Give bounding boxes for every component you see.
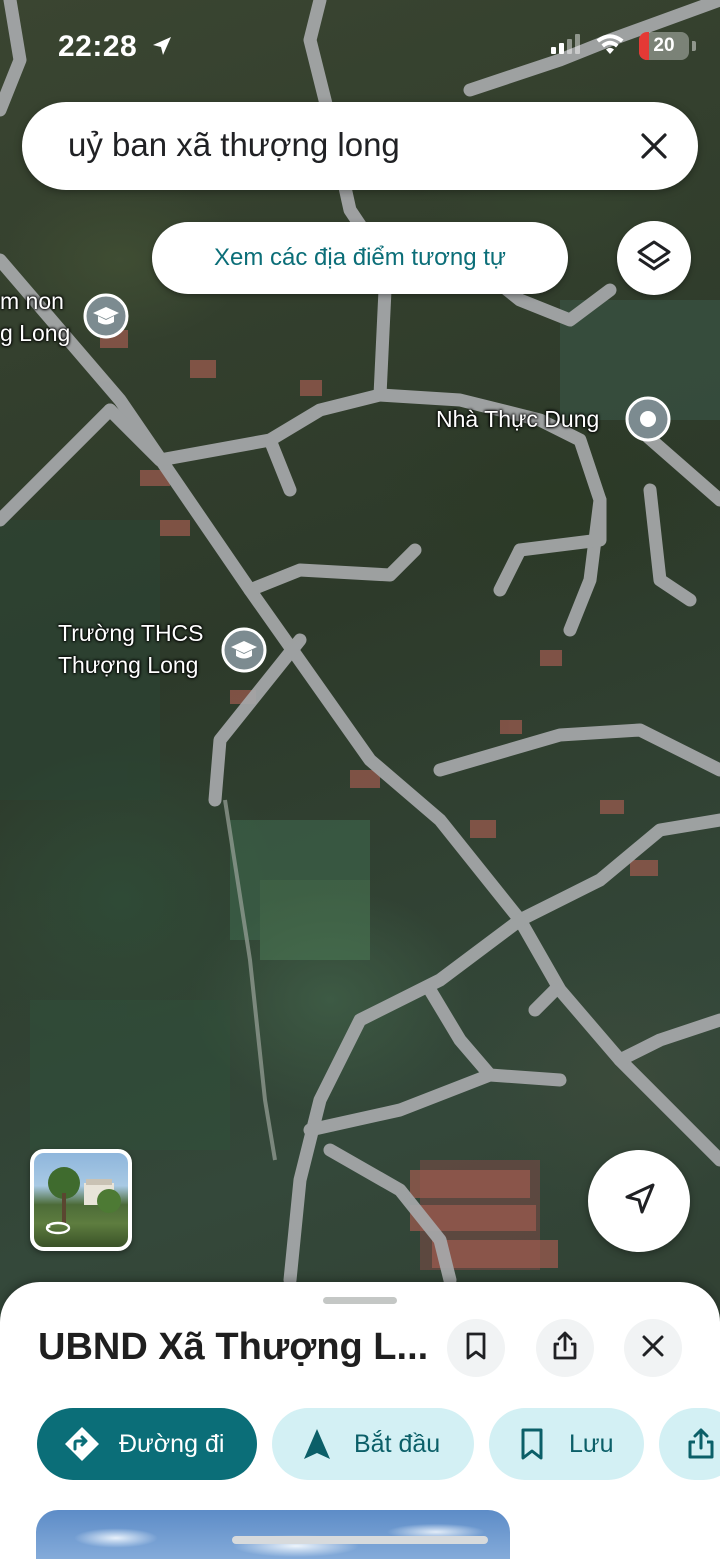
wifi-icon bbox=[595, 33, 625, 60]
start-button[interactable]: Bắt đầu bbox=[272, 1408, 474, 1480]
map-label-line: Trường THCS bbox=[58, 620, 204, 646]
layers-button[interactable] bbox=[617, 221, 691, 295]
directions-label: Đường đi bbox=[119, 1429, 225, 1458]
status-time: 22:28 bbox=[58, 30, 138, 63]
close-icon[interactable] bbox=[636, 128, 672, 164]
cellular-signal-icon bbox=[551, 33, 581, 59]
status-bar: 22:28 20 bbox=[0, 0, 720, 96]
bookmark-icon bbox=[517, 1427, 547, 1461]
place-photo[interactable] bbox=[36, 1510, 510, 1559]
close-icon bbox=[640, 1333, 666, 1364]
share-icon bbox=[685, 1427, 717, 1461]
school-pin-icon[interactable] bbox=[220, 626, 268, 674]
start-label: Bắt đầu bbox=[354, 1429, 441, 1458]
map-label-house[interactable]: Nhà Thực Dung bbox=[436, 403, 599, 435]
place-bottom-sheet[interactable]: UBND Xã Thượng L... Đường đi Bắt đầu Lưu bbox=[0, 1282, 720, 1559]
share-icon bbox=[550, 1330, 580, 1367]
directions-button[interactable]: Đường đi bbox=[37, 1408, 257, 1480]
search-bar[interactable]: uỷ ban xã thượng long bbox=[22, 102, 698, 190]
school-pin-icon[interactable] bbox=[82, 292, 130, 340]
save-label: Lưu bbox=[569, 1429, 614, 1458]
place-title: UBND Xã Thượng L... bbox=[38, 1326, 428, 1368]
navigation-arrow-icon bbox=[619, 1179, 659, 1224]
close-sheet-button[interactable] bbox=[624, 1319, 682, 1377]
location-arrow-icon bbox=[150, 34, 174, 63]
bookmark-icon bbox=[462, 1331, 490, 1366]
action-chip-row: Đường đi Bắt đầu Lưu bbox=[0, 1408, 720, 1480]
save-button[interactable]: Lưu bbox=[489, 1408, 644, 1480]
navigation-arrow-icon bbox=[302, 1427, 332, 1461]
place-pin-icon[interactable] bbox=[624, 395, 672, 443]
home-indicator[interactable] bbox=[232, 1536, 488, 1544]
search-input[interactable]: uỷ ban xã thượng long bbox=[68, 126, 400, 164]
battery-level: 20 bbox=[653, 35, 675, 56]
share-button[interactable] bbox=[659, 1408, 720, 1480]
rotate-360-icon bbox=[44, 1220, 72, 1241]
map-label-kindergarten[interactable]: m non g Long bbox=[0, 285, 70, 349]
map-label-line: m non bbox=[0, 288, 64, 314]
map-label-line: Thượng Long bbox=[58, 652, 199, 678]
battery-icon: 20 bbox=[639, 32, 689, 60]
sheet-drag-handle[interactable] bbox=[323, 1297, 397, 1304]
street-view-thumbnail[interactable] bbox=[30, 1149, 132, 1251]
map-label-school[interactable]: Trường THCS Thượng Long bbox=[58, 617, 204, 681]
share-place-button[interactable] bbox=[536, 1319, 594, 1377]
map-label-line: g Long bbox=[0, 320, 71, 346]
status-icons: 20 bbox=[551, 32, 696, 60]
layers-icon bbox=[635, 237, 673, 280]
directions-icon bbox=[63, 1425, 101, 1463]
my-location-button[interactable] bbox=[588, 1150, 690, 1252]
save-place-button[interactable] bbox=[447, 1319, 505, 1377]
battery-nub bbox=[692, 41, 696, 51]
similar-places-button[interactable]: Xem các địa điểm tương tự bbox=[152, 222, 568, 294]
